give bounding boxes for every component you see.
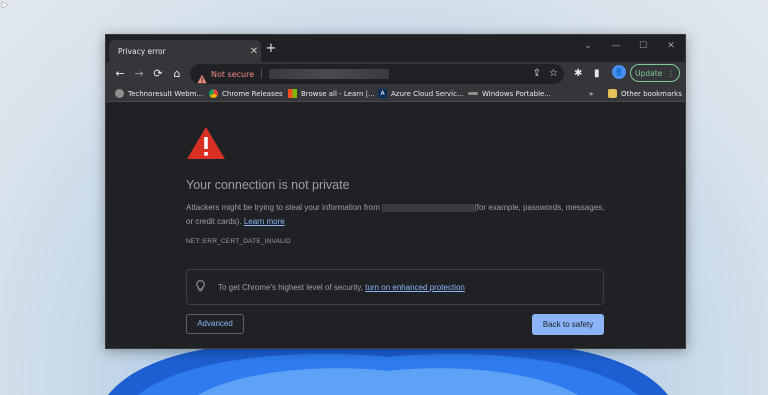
redacted-url <box>269 69 390 79</box>
bookmark-label: Browse all - Learn |... <box>301 89 375 98</box>
bookmark-azure[interactable]: A Azure Cloud Servic... <box>378 87 464 100</box>
back-button[interactable]: ← <box>112 66 128 82</box>
warning-icon <box>187 127 225 159</box>
chrome-icon <box>209 89 218 98</box>
link-icon <box>468 92 478 95</box>
bookmark-star-icon[interactable]: ☆ <box>549 66 558 82</box>
share-icon[interactable]: ⇪ <box>533 66 541 82</box>
redacted-host <box>382 203 475 212</box>
page-title: Your connection is not private <box>186 178 350 192</box>
bookmark-label: Azure Cloud Servic... <box>391 89 464 98</box>
tab-strip: Privacy error ✕ + ⌄ — ☐ ✕ <box>106 35 685 62</box>
error-code: NET::ERR_CERT_DATE_INVALID <box>186 238 291 245</box>
enhanced-protection-text: To get Chrome's highest level of securit… <box>218 283 465 292</box>
security-status[interactable]: Not secure <box>211 70 254 79</box>
azure-icon: A <box>378 89 387 98</box>
other-bookmarks-label: Other bookmarks <box>621 89 682 98</box>
extensions-icon[interactable]: ✱ <box>574 66 582 82</box>
mouse-cursor-icon: ➤ <box>0 0 9 11</box>
bookmark-technoresult[interactable]: Technoresult Webm... <box>115 87 203 100</box>
tab-title: Privacy error <box>118 46 166 56</box>
enhanced-protection-box: To get Chrome's highest level of securit… <box>186 269 604 305</box>
bookmarks-overflow-icon[interactable]: » <box>589 87 593 100</box>
bookmark-label: Technoresult Webm... <box>128 89 204 98</box>
reload-button[interactable]: ⟳ <box>150 66 166 82</box>
update-button[interactable]: Update ⋮ <box>630 64 680 82</box>
warning-triangle-icon <box>197 69 207 84</box>
enhanced-prefix: To get Chrome's highest level of securit… <box>218 282 363 292</box>
update-label: Update <box>635 68 663 78</box>
omnibox-separator: | <box>260 69 264 79</box>
folder-icon <box>608 89 617 98</box>
minimize-button[interactable]: — <box>602 38 630 54</box>
side-panel-icon[interactable]: ▮ <box>594 66 600 82</box>
new-tab-button[interactable]: + <box>263 41 279 57</box>
learn-more-link[interactable]: Learn more <box>244 217 285 226</box>
maximize-button[interactable]: ☐ <box>629 38 657 54</box>
back-to-safety-button[interactable]: Back to safety <box>532 314 604 335</box>
chevron-down-icon[interactable]: ⌄ <box>574 38 602 54</box>
tab-close-icon[interactable]: ✕ <box>247 46 261 57</box>
interstitial-page: Your connection is not private Attackers… <box>106 102 685 348</box>
explanation-text: Attackers might be trying to steal your … <box>186 201 606 229</box>
close-window-button[interactable]: ✕ <box>657 38 685 54</box>
bookmark-windows-portable[interactable]: Windows Portable... <box>468 87 551 100</box>
forward-button[interactable]: → <box>131 66 147 82</box>
bookmark-chrome-releases[interactable]: Chrome Releases <box>209 87 283 100</box>
profile-avatar[interactable]: 👤 <box>612 65 626 79</box>
home-button[interactable]: ⌂ <box>169 66 185 82</box>
microsoft-icon <box>288 89 297 98</box>
bookmark-learn[interactable]: Browse all - Learn |... <box>288 87 375 100</box>
toolbar: ← → ⟳ ⌂ Not secure | ⇪ ☆ ✱ ▮ 👤 Update ⋮ <box>106 62 685 86</box>
tab-privacy-error[interactable]: Privacy error ✕ <box>109 40 261 62</box>
advanced-button[interactable]: Advanced <box>186 314 244 334</box>
menu-dots-icon[interactable]: ⋮ <box>667 69 675 78</box>
bookmark-label: Windows Portable... <box>482 89 552 98</box>
enhanced-protection-link[interactable]: turn on enhanced protection <box>365 283 465 292</box>
globe-icon <box>115 89 124 98</box>
lightbulb-icon <box>196 279 208 295</box>
explanation-part-1: Attackers might be trying to steal your … <box>186 203 380 212</box>
address-bar[interactable]: Not secure | ⇪ ☆ <box>190 64 564 84</box>
bookmark-label: Chrome Releases <box>222 89 283 98</box>
bookmarks-bar: Technoresult Webm... Chrome Releases Bro… <box>106 86 685 102</box>
browser-window: Privacy error ✕ + ⌄ — ☐ ✕ ← → ⟳ ⌂ Not se… <box>105 34 686 349</box>
other-bookmarks[interactable]: Other bookmarks <box>608 87 682 100</box>
